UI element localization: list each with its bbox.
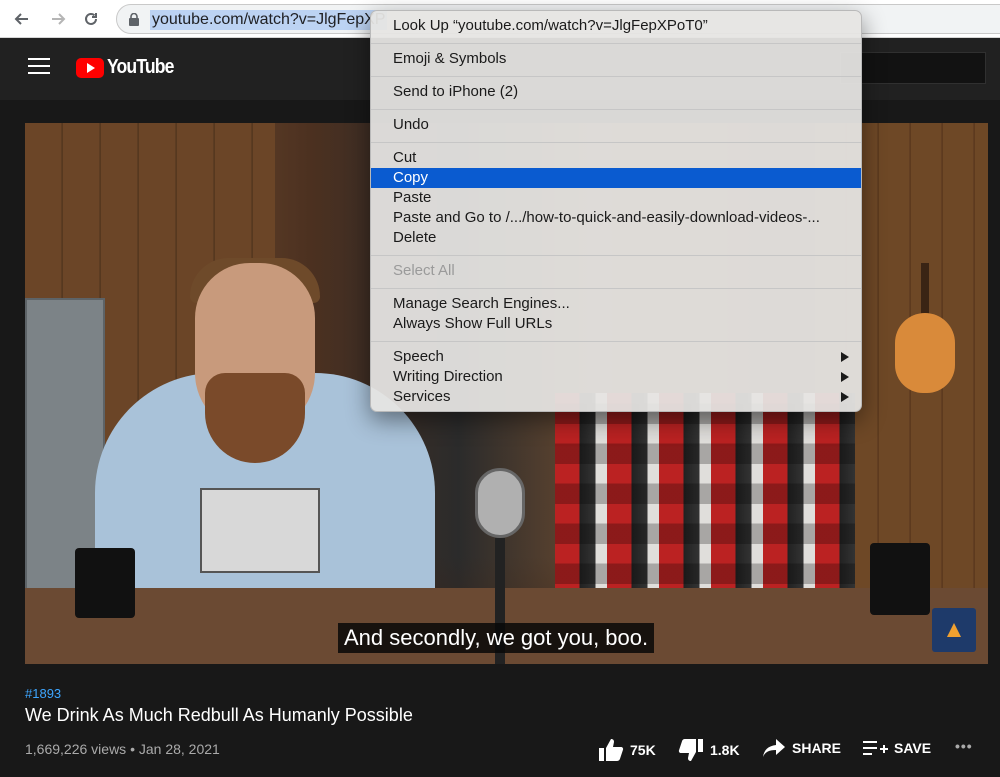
menu-item-speech[interactable]: Speech: [371, 347, 861, 367]
menu-item-select-all: Select All: [393, 262, 455, 279]
menu-separator: [371, 109, 861, 110]
menu-item-send-to-iphone[interactable]: Send to iPhone (2): [371, 82, 861, 102]
menu-item-always-show-full-urls[interactable]: Always Show Full URLs: [371, 314, 861, 334]
video-caption: And secondly, we got you, boo.: [338, 623, 655, 653]
forward-button[interactable]: [46, 7, 70, 31]
video-scene-mug-right: [870, 543, 930, 615]
submenu-arrow-icon: [841, 352, 849, 362]
menu-separator: [371, 288, 861, 289]
menu-item-delete[interactable]: Delete: [371, 228, 861, 248]
more-actions-icon[interactable]: •••: [955, 738, 973, 754]
channel-watermark-icon[interactable]: ▲: [932, 608, 976, 652]
menu-item-services[interactable]: Services: [371, 387, 861, 407]
menu-separator: [371, 255, 861, 256]
dislike-button[interactable]: 1.8K: [678, 738, 740, 762]
playlist-add-icon: [863, 741, 888, 755]
menu-item-writing-direction[interactable]: Writing Direction: [371, 367, 861, 387]
share-label: SHARE: [792, 740, 842, 756]
reload-button[interactable]: [79, 7, 103, 31]
dislike-count: 1.8K: [710, 742, 740, 758]
reload-icon: [85, 12, 97, 25]
menu-item-writing-direction-label: Writing Direction: [393, 368, 503, 385]
video-scene-mug-left: [75, 548, 135, 618]
save-button[interactable]: SAVE: [862, 738, 931, 758]
like-button[interactable]: 75K: [598, 738, 656, 762]
youtube-logo[interactable]: YouTube: [76, 56, 183, 79]
back-arrow-icon: [14, 13, 28, 25]
submenu-arrow-icon: [841, 372, 849, 382]
share-button[interactable]: SHARE: [762, 738, 841, 758]
youtube-logo-text: YouTube: [107, 56, 174, 78]
url-text[interactable]: youtube.com/watch?v=JlgFepXP: [150, 10, 388, 30]
video-hashtag[interactable]: #1893: [25, 686, 61, 701]
menu-item-manage-search-engines[interactable]: Manage Search Engines...: [371, 294, 861, 314]
video-scene-guitar: [895, 263, 955, 393]
youtube-play-icon: [76, 57, 104, 78]
menu-item-speech-label: Speech: [393, 348, 444, 365]
menu-item-cut[interactable]: Cut: [371, 148, 861, 168]
thumbs-up-icon: [599, 739, 624, 761]
menu-item-undo[interactable]: Undo: [371, 115, 861, 135]
menu-separator: [371, 142, 861, 143]
menu-item-services-label: Services: [393, 388, 451, 405]
context-menu: Look Up “youtube.com/watch?v=JlgFepXPoT0…: [370, 10, 862, 412]
menu-item-copy[interactable]: Copy: [371, 168, 861, 188]
menu-item-look-up[interactable]: Look Up “youtube.com/watch?v=JlgFepXPoT0…: [371, 16, 861, 36]
thumbs-down-icon: [678, 739, 703, 761]
menu-hamburger-icon[interactable]: [28, 58, 50, 76]
menu-item-emoji-symbols[interactable]: Emoji & Symbols: [371, 49, 861, 69]
lock-icon: [129, 13, 139, 26]
video-title: We Drink As Much Redbull As Humanly Poss…: [25, 705, 413, 725]
submenu-arrow-icon: [841, 392, 849, 402]
forward-arrow-icon: [52, 13, 66, 25]
like-count: 75K: [630, 742, 656, 758]
share-icon: [763, 739, 785, 757]
menu-separator: [371, 76, 861, 77]
save-label: SAVE: [894, 740, 932, 756]
menu-item-paste[interactable]: Paste: [371, 188, 861, 208]
menu-separator: [371, 341, 861, 342]
back-button[interactable]: [10, 7, 34, 31]
menu-separator: [371, 43, 861, 44]
video-views-date: 1,669,226 views • Jan 28, 2021: [25, 741, 220, 757]
menu-item-paste-and-go[interactable]: Paste and Go to /.../how-to-quick-and-ea…: [371, 208, 861, 228]
